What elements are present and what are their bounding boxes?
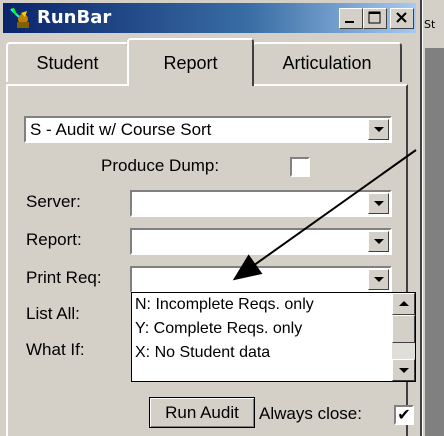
background-window-body (425, 48, 444, 436)
dropdown-option-no-student-data[interactable]: X: No Student data (135, 344, 270, 362)
print-req-select[interactable] (130, 266, 392, 293)
print-req-label: Print Req: (26, 268, 102, 287)
runbar-app-icon (9, 7, 33, 29)
produce-dump-label: Produce Dump: (101, 156, 220, 175)
minimize-icon (345, 21, 354, 23)
print-req-dropdown-button[interactable] (368, 269, 389, 290)
maximize-icon (368, 11, 381, 24)
print-req-dropdown-list[interactable]: N: Incomplete Reqs. only Y: Complete Req… (131, 292, 416, 382)
tab-articulation[interactable]: Articulation (252, 42, 402, 82)
produce-dump-checkbox[interactable] (290, 157, 310, 177)
scroll-down-button[interactable] (392, 359, 415, 381)
always-close-checkbox[interactable]: ✔ (394, 405, 414, 425)
list-all-label: List All: (26, 304, 80, 323)
window-title: RunBar (37, 7, 112, 28)
background-window-title: St (424, 18, 436, 31)
chevron-down-icon (374, 201, 384, 206)
dropdown-scrollbar[interactable] (392, 293, 415, 381)
what-if-label: What If: (26, 340, 85, 359)
dropdown-option-complete[interactable]: Y: Complete Reqs. only (135, 320, 302, 338)
close-icon (396, 12, 407, 23)
scroll-down-icon (399, 368, 409, 373)
minimize-button[interactable] (339, 8, 363, 29)
scroll-up-icon (399, 301, 409, 306)
report-dropdown-button[interactable] (368, 231, 389, 252)
maximize-button[interactable] (363, 8, 387, 29)
chevron-down-icon (374, 277, 384, 282)
chevron-down-icon (374, 127, 384, 132)
report-label: Report: (26, 230, 82, 249)
server-label: Server: (26, 192, 81, 211)
run-audit-button[interactable]: Run Audit (149, 397, 255, 428)
audit-type-select[interactable]: S - Audit w/ Course Sort (24, 116, 392, 143)
scroll-up-button[interactable] (392, 293, 415, 315)
title-bar[interactable]: RunBar (3, 3, 416, 33)
always-close-label: Always close: (259, 404, 362, 423)
dropdown-option-incomplete[interactable]: N: Incomplete Reqs. only (135, 296, 314, 314)
close-button[interactable] (390, 8, 414, 29)
scroll-thumb[interactable] (392, 315, 415, 343)
tab-student[interactable]: Student (6, 42, 129, 82)
audit-type-value: S - Audit w/ Course Sort (30, 120, 212, 139)
server-select[interactable] (130, 190, 392, 217)
report-select[interactable] (130, 228, 392, 255)
tab-report[interactable]: Report (127, 38, 254, 86)
audit-type-dropdown-button[interactable] (368, 119, 389, 140)
server-dropdown-button[interactable] (368, 193, 389, 214)
chevron-down-icon (374, 239, 384, 244)
